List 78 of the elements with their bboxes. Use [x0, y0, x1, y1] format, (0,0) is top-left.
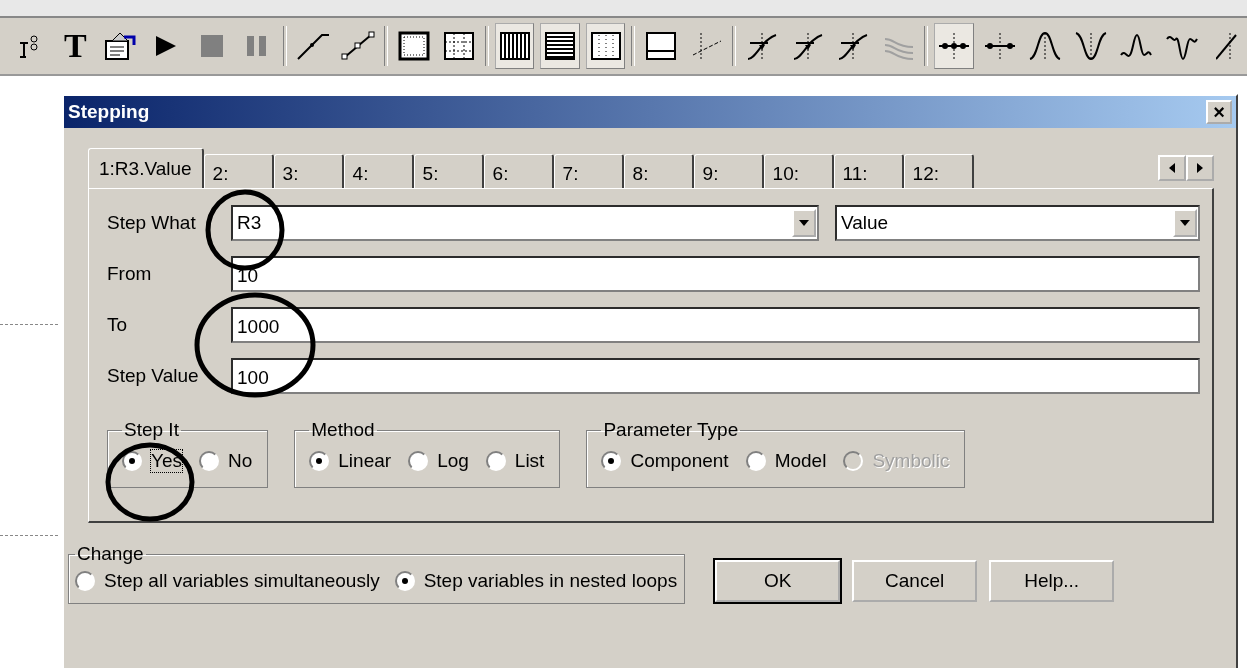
grid-icon [443, 31, 476, 61]
left-arrow-icon [1169, 163, 1175, 173]
toolbar-button[interactable] [585, 23, 626, 69]
radio-label: Model [773, 449, 828, 473]
group-title: Step It [123, 419, 180, 441]
tab[interactable]: 5: [413, 154, 484, 188]
properties-icon [103, 31, 138, 61]
tab[interactable]: 12: [903, 154, 974, 188]
valley-icon [1073, 31, 1108, 61]
tab[interactable]: 6: [483, 154, 554, 188]
line-icon [295, 31, 330, 61]
toolbar-button[interactable] [934, 23, 974, 69]
slope-icon [1216, 31, 1239, 61]
tab[interactable]: 1:R3.Value [88, 148, 204, 188]
input-field[interactable]: 100 [231, 358, 1200, 394]
radio-label: Component [629, 449, 730, 473]
tab[interactable]: 8: [623, 154, 694, 188]
window-title: Stepping [68, 101, 150, 123]
radio-button[interactable] [408, 451, 429, 471]
dotted-grid-icon [589, 31, 622, 61]
radio-label: Step variables in nested loops [422, 569, 679, 593]
stop-icon [198, 33, 225, 59]
dialog-button[interactable]: Cancel [852, 559, 978, 602]
close-button[interactable]: × [1206, 100, 1232, 124]
radio-label: Yes [150, 449, 183, 473]
radio-button[interactable] [309, 451, 330, 471]
dialog-button[interactable]: Help... [989, 559, 1115, 602]
cursor-curve-icon [746, 31, 779, 61]
cursor-curve-icon [837, 31, 870, 61]
radio-label: No [227, 449, 254, 473]
radio-button[interactable] [75, 571, 95, 591]
crosshair-points-icon [937, 31, 972, 61]
property-dropdown[interactable]: Value [835, 205, 1200, 241]
right-arrow-icon [1197, 163, 1203, 173]
radio-label: Step all variables simultaneously [103, 569, 381, 593]
peak-icon [1028, 31, 1063, 61]
radio-label: List [513, 449, 546, 473]
radio-button[interactable] [199, 451, 219, 471]
scroll-right-button[interactable] [1186, 155, 1214, 181]
tab[interactable]: 4: [343, 154, 414, 188]
dropdown-arrow-icon [799, 220, 809, 226]
group-title: Method [310, 419, 376, 441]
group-title: Parameter Type [602, 419, 740, 441]
dialog-button[interactable]: OK [715, 559, 841, 602]
radio-label: Linear [337, 449, 393, 473]
toolbar-button[interactable] [494, 23, 535, 69]
tab[interactable]: 9: [693, 154, 764, 188]
step-what-dropdown[interactable]: R3 [231, 205, 819, 241]
tab[interactable]: 7: [553, 154, 624, 188]
text-tool-button[interactable]: T [55, 23, 95, 69]
input-field[interactable]: 1000 [231, 307, 1200, 343]
crosshair-icon [982, 31, 1017, 61]
group-title: Change [76, 543, 145, 565]
tab[interactable]: 10: [763, 154, 834, 188]
field-label: From [107, 263, 153, 285]
field-label: Step Value [107, 365, 200, 387]
scroll-left-button[interactable] [1158, 155, 1186, 181]
dashed-slope-icon [690, 31, 723, 61]
toolbar-button[interactable] [540, 23, 580, 69]
field-label: Step What [107, 212, 197, 234]
field-label: To [107, 314, 129, 336]
radio-label: Log [436, 449, 470, 473]
radio-button[interactable] [485, 451, 506, 471]
dropdown-arrow-icon [1180, 220, 1190, 226]
horizontal-grid-icon [544, 31, 577, 61]
split-box-icon [645, 31, 678, 61]
tab[interactable]: 2: [203, 154, 274, 188]
line-points-icon [341, 31, 376, 61]
cursor-curve-icon [791, 31, 824, 61]
radio-button[interactable] [394, 571, 415, 591]
frame-icon [397, 31, 430, 61]
tab[interactable]: 3: [273, 154, 344, 188]
radio-button[interactable] [122, 451, 142, 471]
input-field[interactable]: 10 [231, 256, 1200, 292]
radio-button[interactable] [745, 451, 766, 471]
tab[interactable]: 11: [833, 154, 904, 188]
vertical-grid-icon [498, 31, 531, 61]
radio-button[interactable] [601, 451, 622, 471]
